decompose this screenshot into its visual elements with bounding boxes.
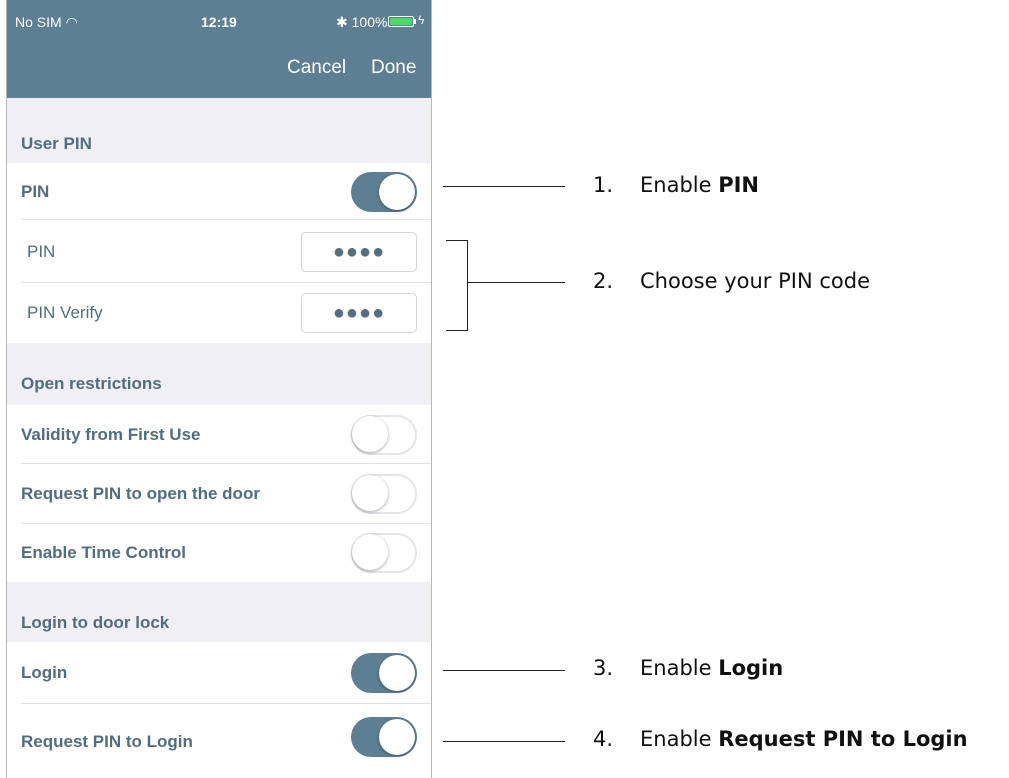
section-title: User PIN [21, 134, 92, 153]
bracket-top [446, 240, 468, 241]
request-pin-open-door-label: Request PIN to open the door [21, 484, 260, 503]
annotation-3: 3. Enable Login [593, 656, 783, 680]
request-pin-login-toggle[interactable] [351, 717, 417, 757]
login-toggle[interactable] [351, 653, 417, 693]
toggle-knob [379, 655, 415, 691]
request-pin-open-door-row: Request PIN to open the door [7, 464, 431, 524]
validity-first-use-toggle[interactable] [351, 414, 417, 455]
request-pin-open-door-toggle[interactable] [351, 474, 417, 514]
battery-fill [390, 18, 412, 25]
annotation-number: 3. [593, 656, 614, 680]
bluetooth-battery-status: ✱ 100% [336, 14, 388, 30]
section-title: Login to door lock [21, 613, 170, 632]
request-pin-login-label: Request PIN to Login [21, 732, 193, 751]
annotation-line-2 [467, 282, 565, 283]
pin-verify-input[interactable]: ●●●● [301, 293, 417, 333]
cancel-button[interactable]: Cancel [287, 57, 346, 79]
annotation-bold: Request PIN to Login [718, 727, 968, 751]
toggle-knob [352, 475, 388, 511]
annotation-bold: PIN [718, 173, 759, 197]
pin-toggle[interactable] [351, 171, 417, 212]
validity-first-use-label: Validity from First Use [21, 424, 201, 444]
toggle-knob [352, 415, 388, 452]
annotation-bracket [467, 240, 468, 330]
status-time: 12:19 [201, 14, 237, 30]
annotation-4: 4. Enable Request PIN to Login [593, 727, 968, 751]
enable-time-control-label: Enable Time Control [21, 543, 186, 562]
annotation-bold: Login [718, 656, 784, 680]
annotation-text: Enable [640, 727, 719, 751]
battery-tip [414, 19, 416, 24]
done-button[interactable]: Done [371, 57, 416, 79]
login-label: Login [21, 663, 68, 682]
annotation-text: Enable [640, 656, 719, 680]
annotation-number: 4. [593, 727, 614, 751]
bracket-bottom [446, 330, 468, 331]
enable-time-control-toggle[interactable] [351, 533, 417, 573]
annotation-number: 2. [593, 269, 614, 293]
annotation-text: Choose your PIN code [640, 269, 870, 293]
pin-toggle-row: PIN [7, 163, 431, 220]
pin-row: PIN ●●●● [7, 220, 431, 283]
navigation-bar: No SIM ◠ 12:19 ✱ 100% ϟ Cancel Done [7, 0, 431, 98]
carrier-status: No SIM ◠ [15, 14, 78, 30]
annotation-line-4 [443, 741, 565, 742]
annotation-number: 1. [593, 173, 614, 197]
section-header-login: Login to door lock [7, 582, 431, 642]
login-row: Login [7, 642, 431, 704]
phone-screen: No SIM ◠ 12:19 ✱ 100% ϟ Cancel Done User… [6, 0, 432, 778]
pin-label: PIN [27, 241, 56, 261]
request-pin-login-row: Request PIN to Login [7, 704, 431, 778]
validity-first-use-row: Validity from First Use [7, 405, 431, 464]
toggle-knob [352, 534, 388, 570]
annotation-1: 1. Enable PIN [593, 173, 759, 197]
pin-verify-label: PIN Verify [27, 303, 103, 322]
section-title: Open restrictions [21, 374, 162, 393]
section-header-user-pin: User PIN [7, 98, 431, 163]
section-header-open-restrictions: Open restrictions [7, 343, 431, 405]
annotation-text: Enable [640, 173, 719, 197]
toggle-knob [379, 719, 415, 755]
battery-icon [388, 16, 414, 27]
pin-input[interactable]: ●●●● [301, 231, 417, 272]
annotation-line-1 [443, 186, 565, 187]
pin-toggle-label: PIN [21, 181, 50, 201]
enable-time-control-row: Enable Time Control [7, 524, 431, 582]
annotation-2: 2. Choose your PIN code [593, 269, 870, 293]
toggle-knob [379, 173, 415, 210]
annotation-line-3 [443, 670, 565, 671]
charging-icon: ϟ [418, 13, 425, 27]
pin-verify-row: PIN Verify ●●●● [7, 283, 431, 343]
